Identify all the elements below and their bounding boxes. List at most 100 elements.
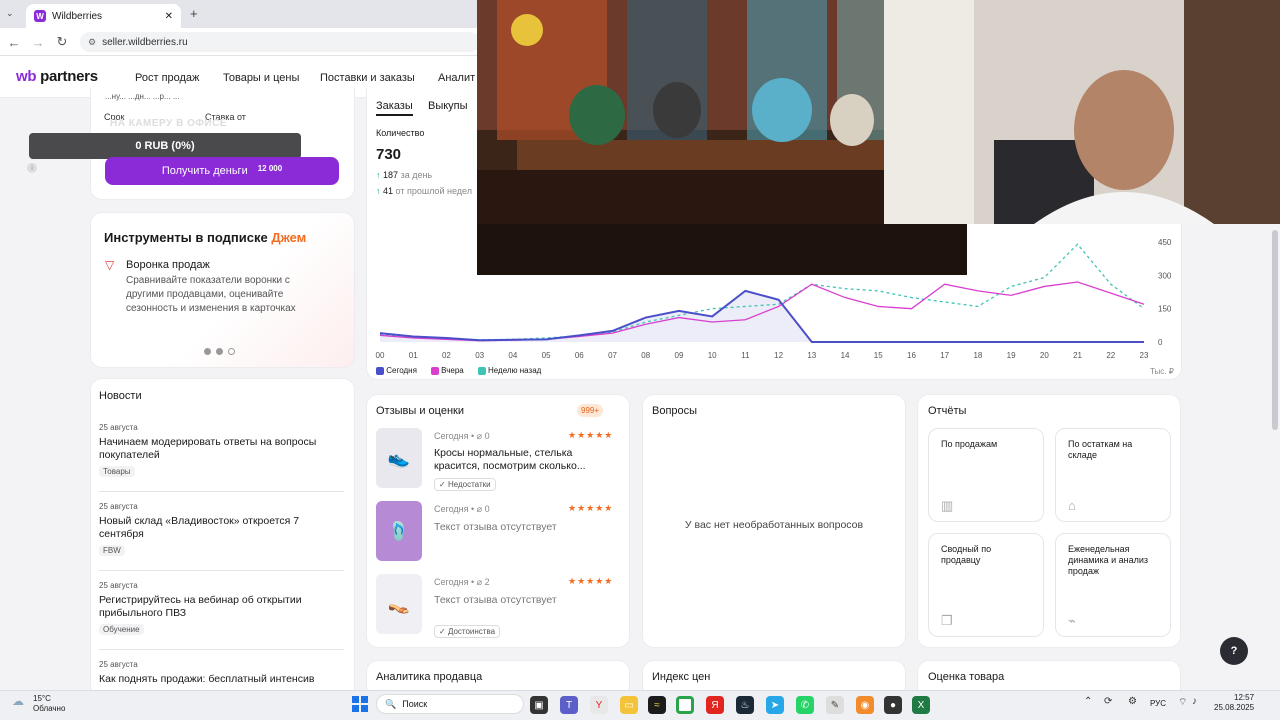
price-index-title: Индекс цен — [652, 671, 711, 683]
steam-icon[interactable]: ♨ — [736, 696, 754, 714]
taskbar-search-label: Поиск — [402, 699, 428, 709]
tray-chevron-icon[interactable]: ⌃ — [1084, 696, 1092, 707]
app-icon[interactable]: ◉ — [856, 696, 874, 714]
report-summary[interactable]: Сводный по продавцу ❒ — [928, 533, 1044, 637]
nav-analytics[interactable]: Аналит — [438, 72, 475, 84]
balance-overlay: 0 RUB (0%) — [29, 133, 301, 159]
review-item[interactable]: 👟 — [376, 428, 422, 488]
site-info-icon[interactable]: ⚙ — [88, 37, 96, 48]
url-field[interactable]: ⚙ seller.wildberries.ru — [80, 32, 480, 52]
tab-orders[interactable]: Заказы — [376, 100, 413, 116]
report-stock[interactable]: По остаткам на складе ⌂ — [1055, 428, 1171, 522]
telegram-icon[interactable]: ➤ — [766, 696, 784, 714]
y-tick-label: 300 — [1158, 271, 1172, 280]
get-money-button[interactable]: Получить деньги 12 000 — [105, 157, 339, 185]
legend-yesterday[interactable]: Вчера — [430, 366, 464, 375]
taskbar-search[interactable]: 🔍 Поиск — [376, 694, 524, 714]
per-day-value: 187 — [383, 170, 399, 180]
product-rating-title: Оценка товара — [928, 671, 1005, 683]
news-tag: FBW — [99, 545, 125, 556]
back-icon[interactable]: ← — [6, 34, 22, 50]
carousel-dot[interactable] — [216, 348, 223, 355]
weather-widget[interactable]: 15°C Облачно — [33, 694, 65, 714]
get-money-label: Получить деньги — [161, 165, 248, 177]
page-scrollbar[interactable] — [1272, 230, 1278, 430]
last-week-label: от прошлой недел — [395, 186, 472, 196]
sync-icon[interactable]: ⟳ — [1104, 696, 1112, 707]
info-icon[interactable]: i — [27, 163, 37, 173]
url-text: seller.wildberries.ru — [102, 36, 188, 48]
obs-icon[interactable]: ● — [884, 696, 902, 714]
x-tick-label: 06 — [575, 351, 584, 360]
volume-icon[interactable]: ♪ — [1192, 696, 1197, 707]
start-icon-tile — [352, 705, 359, 712]
close-tab-icon[interactable]: ✕ — [165, 11, 173, 22]
tray-app-icon[interactable]: ⚙ — [1128, 696, 1137, 707]
wifi-icon[interactable]: ⌔ — [1178, 696, 1187, 709]
x-tick-label: 20 — [1040, 351, 1049, 360]
review-item[interactable]: 🩴 — [376, 501, 422, 561]
sneaker-product-image[interactable]: 👟 — [376, 428, 422, 488]
teams-icon[interactable]: T — [560, 696, 578, 714]
app-icon[interactable]: ≈ — [648, 696, 666, 714]
qty-value: 730 — [376, 146, 402, 163]
carousel-dot[interactable] — [228, 348, 235, 355]
news-item[interactable]: 25 августа Начинаем модерировать ответы … — [99, 423, 344, 477]
news-item[interactable]: 25 августа Новый склад «Владивосток» отк… — [99, 502, 344, 556]
slipper-product-image[interactable]: 🩴 — [376, 501, 422, 561]
report-sales[interactable]: По продажам ▥ — [928, 428, 1044, 522]
help-button[interactable]: ? — [1220, 637, 1248, 665]
nav-supplies[interactable]: Поставки и заказы — [320, 72, 415, 84]
language-indicator[interactable]: РУС — [1150, 699, 1166, 708]
file-explorer-icon[interactable]: ▭ — [620, 696, 638, 714]
search-icon: 🔍 — [385, 698, 397, 709]
x-tick-label: 21 — [1073, 351, 1082, 360]
x-tick-label: 08 — [641, 351, 650, 360]
chrome-icon[interactable] — [676, 696, 694, 714]
forward-icon[interactable]: → — [30, 34, 46, 50]
new-tab-button[interactable]: + — [190, 6, 198, 21]
yandex-icon[interactable]: Я — [706, 696, 724, 714]
wb-partners-logo[interactable]: wb partners — [16, 68, 98, 85]
logo-wb: wb — [16, 68, 37, 85]
task-view-icon[interactable]: ▣ — [530, 696, 548, 714]
review-attachments: 2 — [484, 577, 490, 587]
reload-icon[interactable]: ↻ — [54, 34, 70, 50]
paperclip-icon: ⌀ — [476, 504, 483, 514]
weather-icon[interactable]: ☁ — [12, 694, 24, 708]
app-icon[interactable]: ✎ — [826, 696, 844, 714]
start-button[interactable] — [352, 696, 368, 712]
legend-swatch — [477, 366, 486, 375]
today-area — [380, 290, 1144, 342]
nav-products[interactable]: Товары и цены — [223, 72, 299, 84]
report-label: По продажам — [941, 439, 998, 449]
news-item[interactable]: 25 августа Регистрируйтесь на вебинар об… — [99, 581, 344, 635]
clock[interactable]: 12:57 25.08.2025 — [1214, 693, 1254, 713]
x-tick-label: 12 — [774, 351, 783, 360]
loan-cut-text: ...ну... ...дн... ...р... ... — [105, 92, 180, 101]
per-day-label: за день — [400, 170, 433, 180]
report-weekly[interactable]: Еженедельная динамика и анализ продаж ⌁ — [1055, 533, 1171, 637]
tab-buyouts[interactable]: Выкупы — [428, 100, 468, 112]
clock-time: 12:57 — [1234, 693, 1255, 702]
review-text: Кросы нормальные, стелька красится, посм… — [434, 447, 586, 472]
review-item[interactable]: 👡 — [376, 574, 422, 634]
tools-title: Инструменты в подписке Джем — [104, 230, 306, 245]
logo-partners: partners — [40, 68, 98, 85]
carousel-dot[interactable] — [204, 348, 211, 355]
qty-label: Количество — [376, 128, 425, 138]
tab-list-icon[interactable]: ⌄ — [6, 8, 14, 19]
yandex-browser-icon[interactable]: Y — [590, 696, 608, 714]
browser-tab[interactable]: W Wildberries ✕ — [26, 4, 181, 28]
y-tick-label: 450 — [1158, 238, 1172, 247]
legend-week-ago[interactable]: Неделю назад — [477, 366, 541, 375]
nav-growth[interactable]: Рост продаж — [135, 72, 199, 84]
x-tick-label: 09 — [675, 351, 684, 360]
whatsapp-icon[interactable]: ✆ — [796, 696, 814, 714]
x-tick-label: 10 — [708, 351, 717, 360]
legend-today[interactable]: Сегодня — [376, 366, 417, 375]
sandal-product-image[interactable]: 👡 — [376, 574, 422, 634]
excel-icon[interactable]: X — [912, 696, 930, 714]
news-item[interactable]: 25 августа Как поднять продажи: бесплатн… — [99, 660, 344, 686]
questions-title: Вопросы — [652, 405, 698, 417]
